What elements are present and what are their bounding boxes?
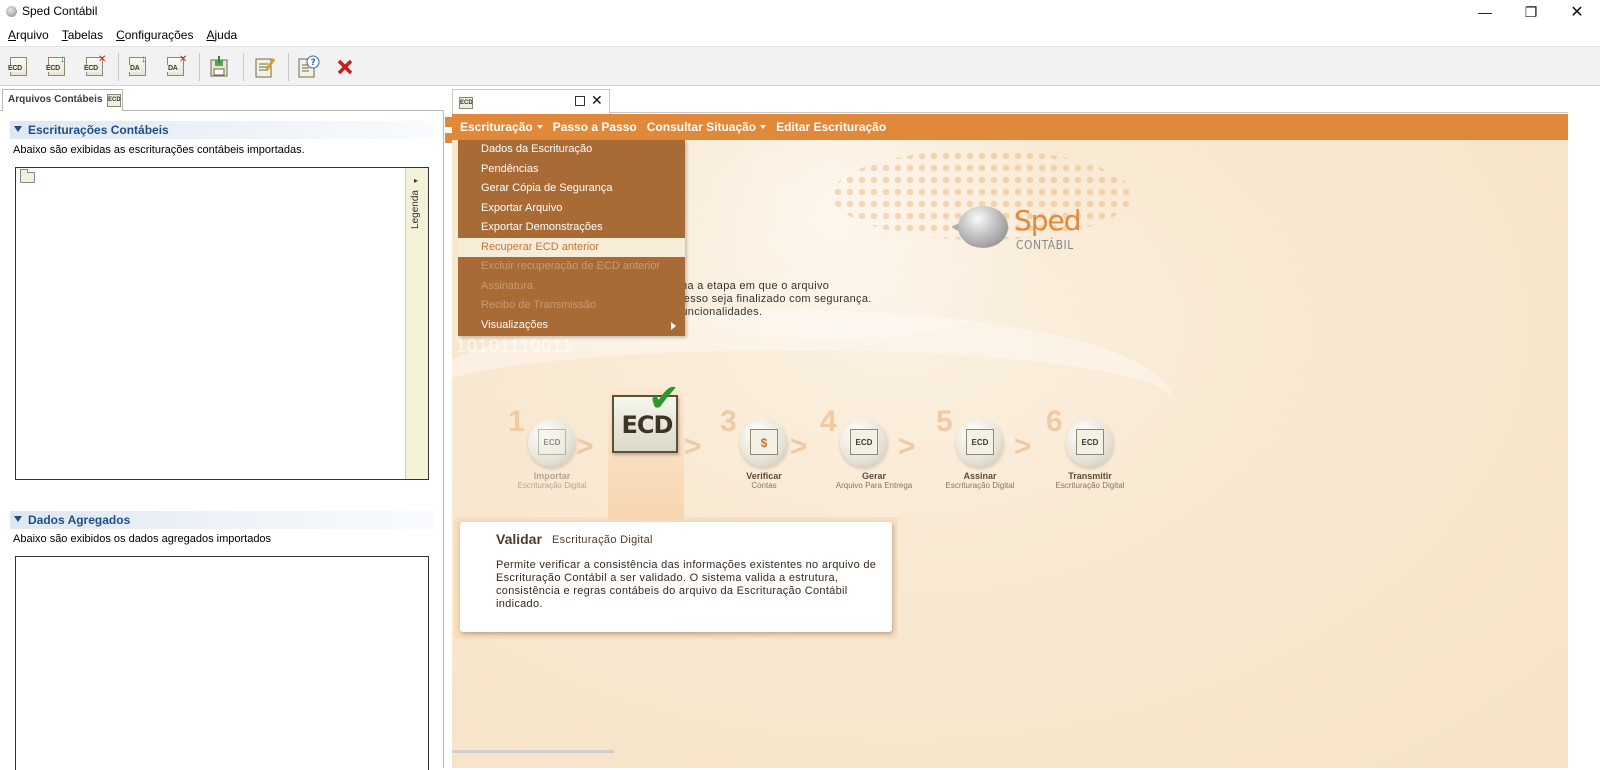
ecd-upload-icon: ECD [1076,429,1104,455]
menu-tabelas[interactable]: Tabelas [62,28,103,42]
dd-visualizacoes-label: Visualizações [481,318,549,331]
info-card-frame: Validar Escrituração Digital Permite ver… [454,517,898,639]
dollar-doc-icon: $ [750,429,778,455]
da-delete-icon[interactable]: DA ✕ [164,55,188,79]
dd-gerar-copia[interactable]: Gerar Cópia de Segurança [458,179,685,198]
title-bar: Sped Contábil — ❐ ✕ [0,0,1600,24]
chevron-right-icon: > [790,430,808,463]
svg-text:?: ? [311,58,316,68]
ecd-icon: ECD [459,97,473,109]
dd-recuperar-ecd[interactable]: Recuperar ECD anterior [458,237,685,257]
step-verificar[interactable]: 3 $ Verificar Contas [716,405,826,505]
close-tab-icon[interactable]: ✕ [591,92,603,109]
caret-down-icon [536,125,543,129]
dados-agregados-subtitle: Abaixo são exibidos os dados agregados i… [13,533,272,545]
menu-passo-a-passo[interactable]: Passo a Passo [553,120,637,134]
expand-arrow-icon: ▸ [414,176,419,185]
exit-icon[interactable] [333,55,357,79]
dd-exportar-demonstracoes[interactable]: Exportar Demonstrações [458,218,685,237]
tab-arquivos-contabeis[interactable]: Arquivos Contábeis ECD [2,89,123,111]
toolbar-separator [243,53,244,81]
dd-assinatura: Assinatura [481,279,533,292]
document-tabstrip: ECD ✕ [452,87,1568,114]
dd-dados-escrituracao[interactable]: Dados da Escrituração [458,140,685,159]
escrituracao-menubar: Escrituração Passo a Passo Consultar Sit… [452,114,1568,140]
left-tabstrip: Arquivos Contábeis ECD [0,87,444,111]
ecd-delete-icon[interactable]: ECD ✕ [83,55,107,79]
dd-recibo-transmissao: Recibo de Transmissão [481,299,596,311]
horizontal-scrollbar[interactable] [452,750,614,753]
dd-pendencias[interactable]: Pendências [458,160,685,179]
ecd-icon: ECD [850,429,878,455]
help-icon[interactable]: ? [296,55,320,79]
menu-ajuda[interactable]: Ajuda [206,28,237,42]
toolbar-separator [288,53,289,81]
step-transmitir[interactable]: 6 ECD Transmitir Escrituração Digital [1042,405,1152,505]
collapse-triangle-icon [14,516,22,522]
minimize-button[interactable]: — [1462,0,1508,24]
caret-down-icon [760,125,767,129]
menu-editar-escrituracao[interactable]: Editar Escrituração [776,120,886,134]
app-icon [6,6,17,17]
left-panel: Arquivos Contábeis ECD Escriturações Con… [0,87,444,770]
ecd-open-icon[interactable]: ECD [7,55,31,79]
submenu-arrow-icon [671,321,676,330]
menu-escrituracao[interactable]: Escrituração [460,120,543,134]
expand-right-arrow-icon[interactable] [445,133,452,143]
menu-configuracoes[interactable]: Configurações [116,28,193,42]
chevron-right-icon: > [684,430,702,463]
menu-bar: Arquivo Tabelas Configurações Ajuda [0,24,1600,46]
checkmark-icon: ✔ [648,378,680,420]
dd-exportar-arquivo[interactable]: Exportar Arquivo [458,199,685,218]
collapse-triangle-icon [14,126,22,132]
ecd-import-icon[interactable]: ECD ↓ [45,55,69,79]
step-importar[interactable]: 1 ECD Importar Escrituração Digital [504,405,614,505]
intro-text: ma a etapa em que o arquivo cesso seja f… [678,280,872,318]
da-import-icon[interactable]: DA ↓ [126,55,150,79]
window-title: Sped Contábil [22,4,98,18]
toolbar-separator [199,53,200,81]
section-escrituracoes[interactable]: Escriturações Contábeis [10,121,434,139]
toolbar: ECD ECD ↓ ECD ✕ DA ↓ DA ✕ ? [0,46,1600,86]
close-window-button[interactable]: ✕ [1554,0,1600,24]
dd-visualizacoes[interactable]: Visualizações [458,316,685,335]
collapse-left-arrow-icon[interactable] [445,117,452,127]
ecd-icon: ECD [107,94,121,107]
menu-consultar-situacao[interactable]: Consultar Situação [647,120,767,134]
ecd-sign-icon: ECD [966,429,994,455]
toolbar-separator [118,53,119,81]
maximize-tab-icon[interactable] [575,96,585,106]
chevron-right-icon: > [576,430,594,463]
legend-toggle[interactable]: ▸ Legenda [405,168,428,479]
chevron-right-icon: > [1014,430,1032,463]
folder-icon [20,169,35,183]
menu-arquivo[interactable]: Arquivo [8,28,49,42]
escrituracoes-subtitle: Abaixo são exibidas as escriturações con… [13,144,305,156]
section-dados-agregados[interactable]: Dados Agregados [10,511,434,529]
edit-icon[interactable] [253,55,277,79]
document-tab[interactable]: ECD ✕ [452,89,610,114]
ecd-icon: ECD [538,429,566,455]
dados-agregados-list[interactable] [15,556,429,770]
dd-excluir-recuperacao: Excluir recuperação de ECD anterior [481,260,661,272]
maximize-button[interactable]: ❐ [1508,0,1554,24]
binary-decoration: 10101110011 [456,336,574,356]
escrituracoes-tree[interactable]: ▸ Legenda [15,167,429,480]
chevron-right-icon: > [898,430,916,463]
info-card: Validar Escrituração Digital Permite ver… [460,522,892,632]
save-icon[interactable] [207,55,231,79]
escrituracao-dropdown: Dados da Escrituração Pendências Gerar C… [458,140,685,336]
sped-contabil-logo: Sped CONTÁBIL [952,200,1152,260]
